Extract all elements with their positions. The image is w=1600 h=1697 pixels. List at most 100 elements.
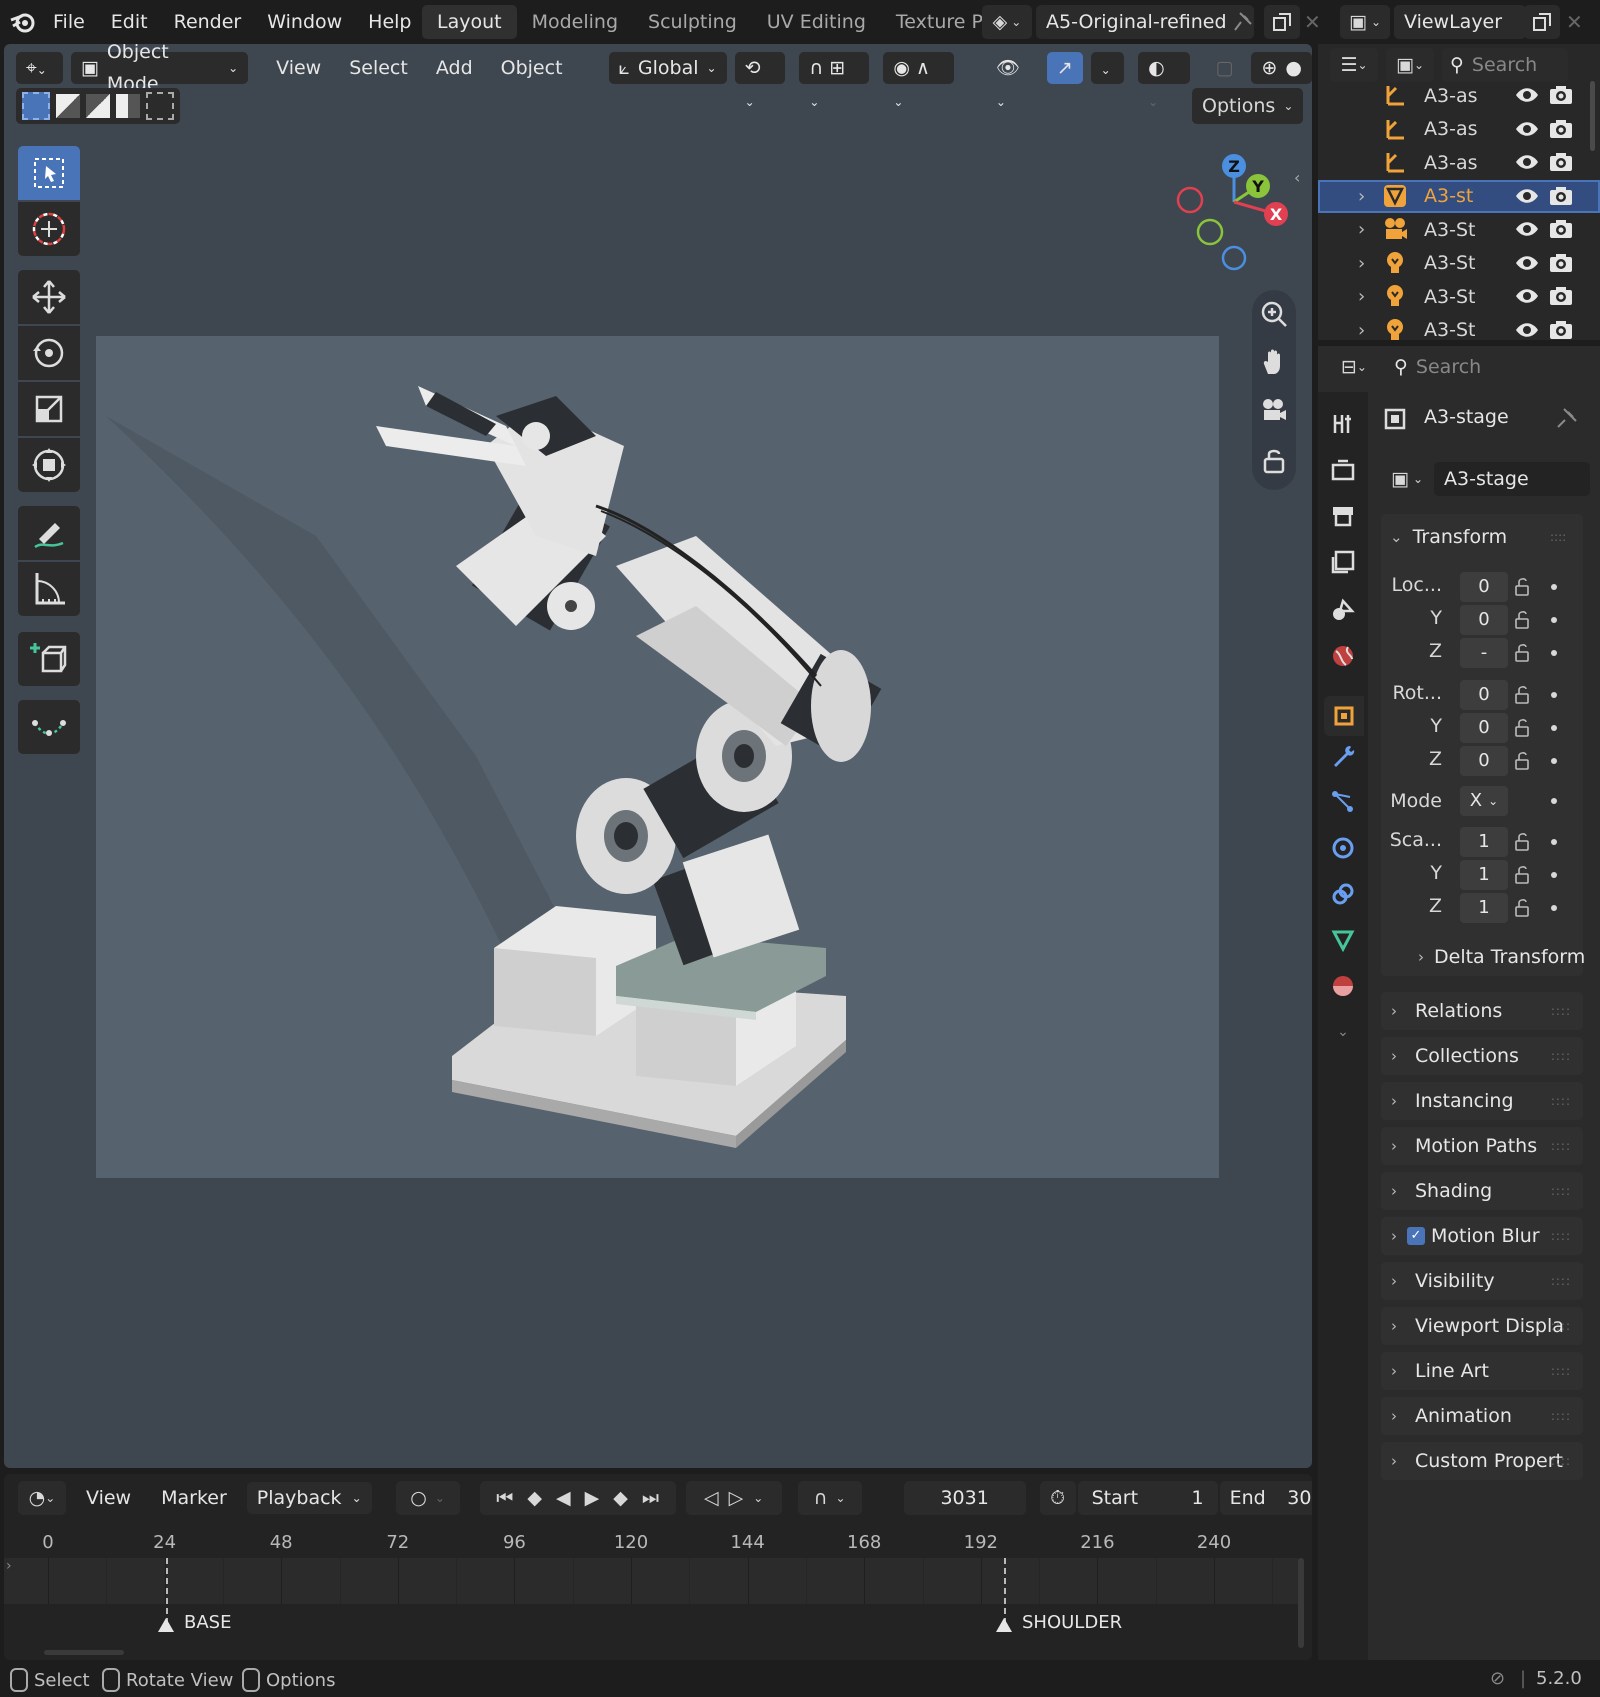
select-invert-icon[interactable] <box>116 94 140 118</box>
scene-selector-button[interactable]: ◈ ⌄ <box>982 5 1032 39</box>
tab-uv-editing[interactable]: UV Editing <box>752 5 881 39</box>
outliner-row[interactable]: A3-as <box>1318 113 1600 146</box>
chevron-down-icon[interactable]: ⌄ <box>753 1491 763 1505</box>
render-camera-icon[interactable] <box>1548 118 1574 145</box>
scale-y-field[interactable]: 1 <box>1460 860 1508 890</box>
hand-pan-icon[interactable] <box>1260 348 1288 376</box>
drag-grip-icon[interactable]: :::: <box>1551 1319 1571 1333</box>
sidebar-toggle-chevron-icon[interactable]: ‹ <box>1294 168 1300 187</box>
neg-y-axis-icon[interactable] <box>1196 218 1224 246</box>
drag-grip-icon[interactable]: :::: <box>1551 1454 1571 1468</box>
new-scene-button[interactable] <box>1264 5 1300 39</box>
panel-instancing[interactable]: › Instancing:::: <box>1381 1082 1583 1120</box>
drag-grip-icon[interactable]: :::: <box>1551 1094 1571 1108</box>
eye-icon[interactable] <box>1514 84 1540 111</box>
menu-add[interactable]: Add <box>426 52 483 84</box>
marker-triangle-icon[interactable] <box>158 1618 174 1632</box>
expand-chevron-icon[interactable]: › <box>1358 219 1365 240</box>
lock-icon[interactable] <box>1514 685 1530 705</box>
keyframe-dot-icon[interactable] <box>1551 650 1557 656</box>
keyframe-dot-icon[interactable] <box>1551 872 1557 878</box>
timeline-track-area[interactable] <box>4 1558 1298 1604</box>
menu-select[interactable]: Select <box>339 52 418 84</box>
keyframe-dot-icon[interactable] <box>1551 798 1557 804</box>
modifier-tab-icon[interactable] <box>1329 742 1357 770</box>
stopwatch-button[interactable]: ⏱ <box>1039 1481 1076 1515</box>
lock-camera-icon[interactable] <box>1260 446 1288 474</box>
keyframe-dot-icon[interactable] <box>1551 905 1557 911</box>
keyframe-dot-icon[interactable] <box>1551 584 1557 590</box>
start-frame-field[interactable]: Start 1 <box>1077 1481 1218 1515</box>
outliner-search[interactable]: ⚲ Search <box>1442 48 1568 82</box>
timeline-scrollbar[interactable] <box>1298 1558 1304 1648</box>
view-layer-selector-button[interactable]: ▣ ⌄ <box>1340 5 1390 39</box>
next-keyframe-icon[interactable]: ◆ <box>613 1487 628 1509</box>
tab-sculpting[interactable]: Sculpting <box>633 5 752 39</box>
object-name-field[interactable]: A3-stage <box>1434 462 1590 496</box>
outliner-row[interactable]: › A3-st <box>1318 179 1600 213</box>
outliner-scrollbar[interactable] <box>1590 81 1595 151</box>
location-x-field[interactable]: 0 <box>1460 572 1508 602</box>
marker-label[interactable]: SHOULDER <box>1022 1612 1122 1633</box>
mode-selector[interactable]: ▣ Object Mode ⌄ <box>70 44 249 95</box>
timeline-editor-type-button[interactable]: ◔ ⌄ <box>18 1481 66 1515</box>
drag-grip-icon[interactable]: :::: <box>1551 1049 1571 1063</box>
pivot-point-button[interactable]: ⟲ ⌄ <box>734 52 786 109</box>
panel-viewport-displa[interactable]: › Viewport Displa:::: <box>1381 1307 1583 1345</box>
expand-chevron-icon[interactable]: › <box>1358 320 1365 341</box>
render-camera-icon[interactable] <box>1548 252 1574 279</box>
select-new-icon[interactable] <box>22 92 50 120</box>
render-camera-icon[interactable] <box>1548 319 1574 341</box>
panel-custom-propert[interactable]: › Custom Propert:::: <box>1381 1442 1583 1480</box>
visibility-button[interactable]: 👁⌄ <box>986 52 1039 109</box>
panel-collections[interactable]: › Collections:::: <box>1381 1037 1583 1075</box>
end-frame-field[interactable]: End 3031 <box>1219 1481 1312 1515</box>
transform-panel-header[interactable]: ⌄ Transform <box>1390 522 1507 552</box>
motion-blur-checkbox[interactable]: ✓ <box>1407 1227 1425 1245</box>
navigation-gizmo[interactable]: Z Y X <box>1156 144 1306 294</box>
channel-expand-chevron-icon[interactable]: › <box>6 1558 12 1574</box>
eye-icon[interactable] <box>1514 319 1540 341</box>
3d-viewport[interactable]: ⌖⌄ ▣ Object Mode ⌄ View Select Add Objec… <box>4 44 1312 1468</box>
rotation-mode-dropdown[interactable]: X ⌄ <box>1460 786 1508 816</box>
panel-relations[interactable]: › Relations:::: <box>1381 992 1583 1030</box>
properties-editor-type-button[interactable]: ⊟ ⌄ <box>1330 350 1378 384</box>
eye-icon[interactable] <box>1514 118 1540 145</box>
new-view-layer-button[interactable] <box>1524 5 1560 39</box>
properties-search[interactable]: ⚲ Search <box>1386 350 1570 384</box>
panel-shading[interactable]: › Shading:::: <box>1381 1172 1583 1210</box>
render-camera-icon[interactable] <box>1548 285 1574 312</box>
eye-icon[interactable] <box>1514 218 1540 245</box>
xray-button[interactable]: ▢ <box>1206 52 1244 84</box>
lock-icon[interactable] <box>1514 577 1530 597</box>
proportional-edit-button[interactable]: ◉ ∧ ⌄ <box>883 52 954 109</box>
wireframe-shading-icon[interactable]: ⊕ <box>1261 52 1277 84</box>
keyframe-dot-icon[interactable] <box>1551 692 1557 698</box>
object-tab-icon[interactable] <box>1324 696 1364 736</box>
eye-icon[interactable] <box>1514 185 1540 212</box>
neg-z-axis-icon[interactable] <box>1221 245 1247 271</box>
expand-chevron-icon[interactable]: › <box>1358 286 1365 307</box>
expand-chevron-icon[interactable]: › <box>1358 253 1365 274</box>
menu-window[interactable]: Window <box>254 0 355 44</box>
eye-icon[interactable] <box>1514 151 1540 178</box>
scale-x-field[interactable]: 1 <box>1460 827 1508 857</box>
lock-icon[interactable] <box>1514 718 1530 738</box>
select-box-tool[interactable] <box>18 146 80 200</box>
eye-icon[interactable] <box>1514 285 1540 312</box>
menu-render[interactable]: Render <box>161 0 255 44</box>
add-cube-tool[interactable] <box>18 632 80 686</box>
keyframe-dot-icon[interactable] <box>1551 725 1557 731</box>
select-subtract-icon[interactable] <box>86 94 110 118</box>
snap-button[interactable]: ∩ ⊞ ⌄ <box>799 52 870 109</box>
playback-dropdown[interactable]: Playback ⌄ <box>246 1482 372 1514</box>
play-icon[interactable]: ▶ <box>585 1487 600 1509</box>
lock-icon[interactable] <box>1514 610 1530 630</box>
outliner-row[interactable]: › A3-St <box>1318 314 1600 341</box>
tab-layout[interactable]: Layout <box>422 5 517 39</box>
prev-keyframe-icon[interactable]: ◆ <box>527 1487 542 1509</box>
lock-icon[interactable] <box>1514 865 1530 885</box>
view-layer-tab-icon[interactable] <box>1329 548 1357 576</box>
panel-animation[interactable]: › Animation:::: <box>1381 1397 1583 1435</box>
display-mode-button[interactable]: ▣ ⌄ <box>1386 48 1434 82</box>
